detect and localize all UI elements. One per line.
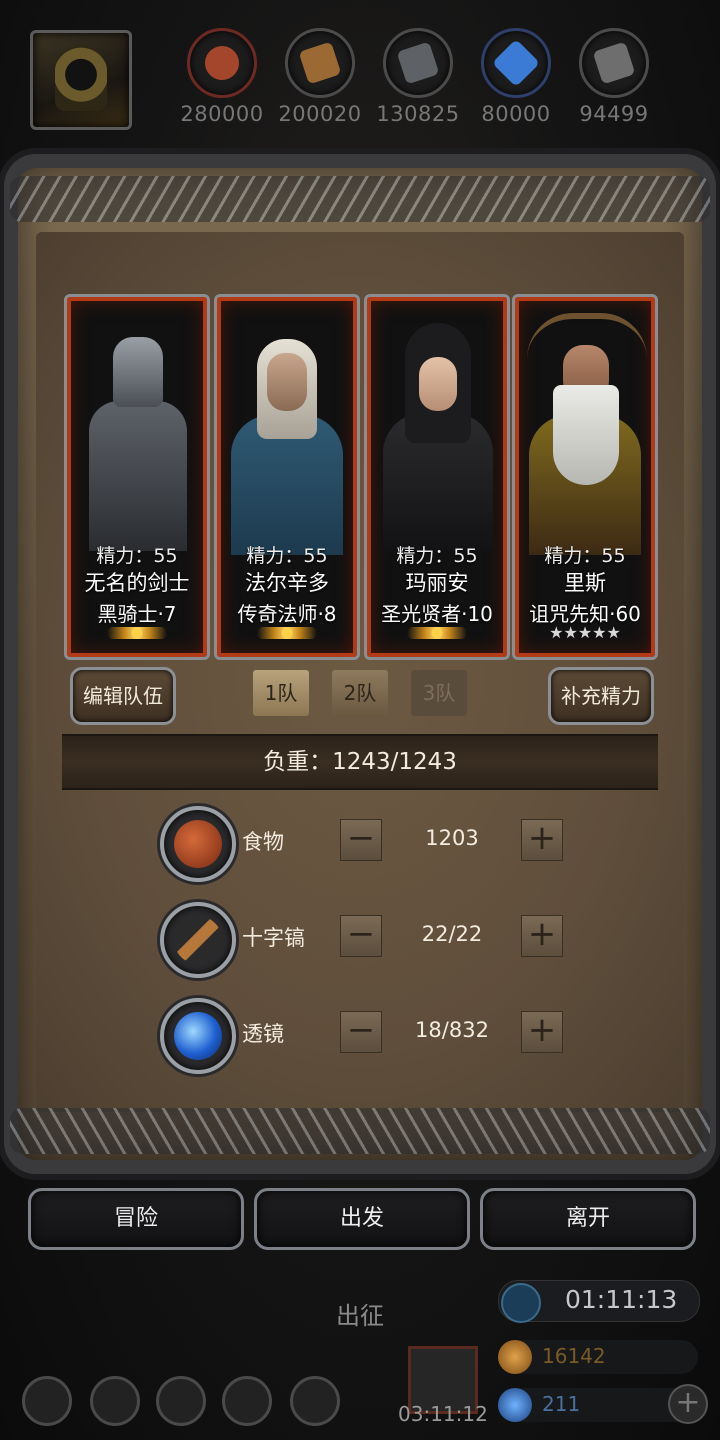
depart-button[interactable]: 出发 xyxy=(254,1188,470,1250)
decrease-lens-button[interactable]: − xyxy=(340,1011,382,1053)
supply-value-pickaxe: 22/22 xyxy=(421,922,483,946)
wood-icon xyxy=(285,28,355,98)
shield-icon[interactable] xyxy=(290,1376,340,1426)
hero-portrait-prophet xyxy=(523,305,647,555)
hero-card-1[interactable]: 精力：55 无名的剑士 黑骑士·7 xyxy=(64,294,210,660)
hooded-figure-icon xyxy=(55,45,107,111)
supply-label-lens: 透镜 xyxy=(242,1022,284,1046)
hero-card-2[interactable]: 精力：55 法尔辛多 传奇法师·8 xyxy=(214,294,360,660)
hero-stamina: 精力：55 xyxy=(96,545,178,567)
crystal-icon xyxy=(481,28,551,98)
pickaxe-icon xyxy=(160,902,236,978)
refill-stamina-button[interactable]: 补充精力 xyxy=(548,667,654,725)
moon-emblem-icon xyxy=(407,627,467,639)
frame-ornament-top xyxy=(10,176,710,222)
add-currency-button[interactable]: + xyxy=(668,1384,708,1424)
hero-card-3[interactable]: 精力：55 玛丽安 圣光贤者·10 xyxy=(364,294,510,660)
star-rating-icon: ★★★★★ xyxy=(549,623,621,642)
resource-ore-value: 94499 xyxy=(579,102,649,126)
gold-counter: 16142 xyxy=(498,1340,698,1374)
tab-team-2[interactable]: 2队 xyxy=(332,670,388,716)
player-avatar[interactable] xyxy=(30,30,132,130)
supply-value-lens: 18/832 xyxy=(415,1018,489,1042)
timer-value: 01:11:13 xyxy=(565,1285,678,1314)
expedition-timer: 01:11:13 xyxy=(498,1280,700,1323)
supply-value-food: 1203 xyxy=(425,826,479,850)
hero-class-level: 圣光贤者·10 xyxy=(381,602,493,626)
hero-portrait-mage xyxy=(225,305,349,555)
hero-name: 玛丽安 xyxy=(405,571,469,595)
gem-icon xyxy=(498,1388,532,1422)
hero-stamina: 精力：55 xyxy=(246,545,328,567)
leave-button[interactable]: 离开 xyxy=(480,1188,696,1250)
resource-iron: 130825 xyxy=(368,28,468,126)
resource-crystal: 80000 xyxy=(466,28,566,126)
moon-emblem-icon xyxy=(257,627,317,639)
mail-icon[interactable] xyxy=(222,1376,272,1426)
iron-icon xyxy=(383,28,453,98)
adventure-button[interactable]: 冒险 xyxy=(28,1188,244,1250)
lens-icon xyxy=(160,998,236,1074)
hero-name: 里斯 xyxy=(564,571,606,595)
star-badge-icon[interactable] xyxy=(90,1376,140,1426)
edit-team-button[interactable]: 编辑队伍 xyxy=(70,667,176,725)
hero-portrait-sage xyxy=(375,305,499,553)
settings-gear-icon[interactable] xyxy=(22,1376,72,1426)
increase-food-button[interactable]: + xyxy=(521,819,563,861)
resource-food: 280000 xyxy=(172,28,272,126)
tab-team-3[interactable]: 3队 xyxy=(411,670,467,716)
resource-ore: 94499 xyxy=(564,28,664,126)
moon-emblem-icon xyxy=(107,627,167,639)
hero-name: 法尔辛多 xyxy=(245,571,329,595)
gift-timer: 03:11:12 xyxy=(398,1402,488,1426)
hero-card-4[interactable]: 精力：55 里斯 诅咒先知·60 ★★★★★ xyxy=(512,294,658,660)
gold-coin-icon xyxy=(498,1340,532,1374)
gem-value: 211 xyxy=(542,1392,581,1416)
supply-label-pickaxe: 十字镐 xyxy=(242,926,305,950)
clock-icon xyxy=(501,1283,541,1323)
resource-iron-value: 130825 xyxy=(376,102,460,126)
resource-food-value: 280000 xyxy=(180,102,264,126)
meat-icon xyxy=(187,28,257,98)
hero-stamina: 精力：55 xyxy=(396,545,478,567)
load-capacity: 负重：1243/1243 xyxy=(62,734,658,790)
resource-wood: 200020 xyxy=(270,28,370,126)
hero-class-level: 黑骑士·7 xyxy=(97,602,177,626)
increase-lens-button[interactable]: + xyxy=(521,1011,563,1053)
gate-icon[interactable] xyxy=(156,1376,206,1426)
hero-name: 无名的剑士 xyxy=(84,571,190,595)
expedition-label: 出征 xyxy=(336,1302,384,1330)
decrease-food-button[interactable]: − xyxy=(340,819,382,861)
hero-portrait-black-knight xyxy=(75,305,199,551)
food-icon xyxy=(160,806,236,882)
resource-wood-value: 200020 xyxy=(278,102,362,126)
ore-icon xyxy=(579,28,649,98)
hero-stamina: 精力：55 xyxy=(544,545,626,567)
gold-value: 16142 xyxy=(542,1344,606,1368)
increase-pickaxe-button[interactable]: + xyxy=(521,915,563,957)
tab-team-1[interactable]: 1队 xyxy=(253,670,309,716)
resource-crystal-value: 80000 xyxy=(481,102,551,126)
frame-ornament-bottom xyxy=(10,1108,710,1154)
decrease-pickaxe-button[interactable]: − xyxy=(340,915,382,957)
hero-class-level: 传奇法师·8 xyxy=(237,602,337,626)
supply-label-food: 食物 xyxy=(242,830,284,854)
